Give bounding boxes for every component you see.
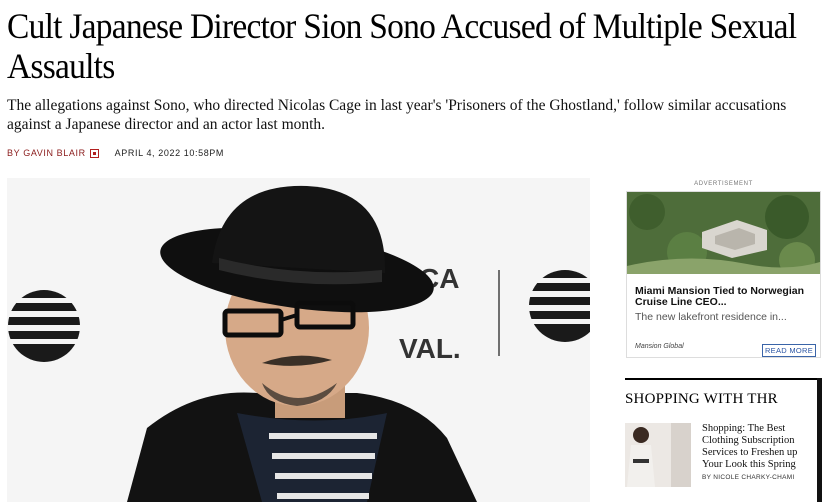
hero-image[interactable]: CA VAL.	[7, 178, 590, 502]
ad-subtitle[interactable]: The new lakefront residence in...	[635, 311, 817, 323]
shopping-article-title[interactable]: Shopping: The Best Clothing Subscription…	[702, 423, 814, 471]
shopping-thumbnail[interactable]	[625, 423, 691, 487]
mansion-aerial-illustration	[627, 192, 820, 274]
author-profile-icon[interactable]	[89, 148, 99, 158]
advertisement-card[interactable]: Miami Mansion Tied to Norwegian Cruise L…	[626, 191, 821, 358]
shopping-byline: BY NICOLE CHARKY-CHAMI	[702, 474, 795, 481]
hero-photo-illustration: CA VAL.	[7, 178, 590, 502]
author-link[interactable]: GAVIN BLAIR	[23, 148, 85, 158]
shopping-photo-illustration	[625, 423, 691, 487]
ad-title[interactable]: Miami Mansion Tied to Norwegian Cruise L…	[635, 286, 817, 308]
section-divider	[625, 378, 821, 380]
shopping-section-heading[interactable]: SHOPPING WITH THR	[625, 391, 821, 408]
article-dek: The allegations against Sono, who direct…	[7, 97, 787, 133]
article-byline: BY GAVIN BLAIR APRIL 4, 2022 10:58PM	[7, 146, 224, 160]
backdrop-text: VAL.	[399, 333, 461, 364]
article-headline: Cult Japanese Director Sion Sono Accused…	[7, 6, 797, 86]
ad-image[interactable]	[627, 192, 820, 274]
read-more-button[interactable]: READ MORE	[762, 344, 816, 357]
publish-date: APRIL 4, 2022 10:58PM	[114, 148, 224, 158]
byline-prefix: BY	[7, 148, 21, 158]
advertisement-label: ADVERTISEMENT	[694, 181, 753, 187]
ad-source: Mansion Global	[635, 343, 684, 350]
